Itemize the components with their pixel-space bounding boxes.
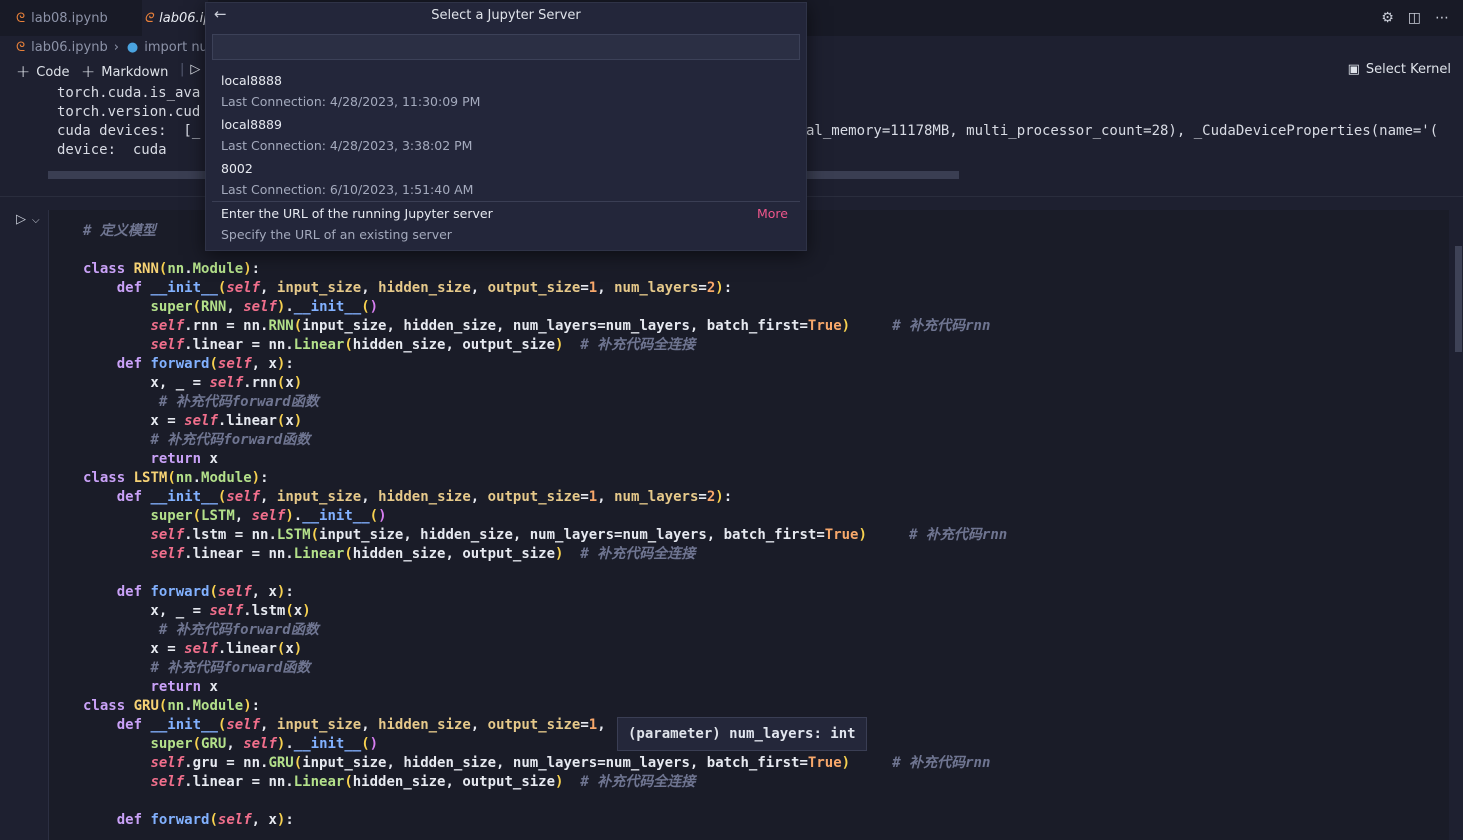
notebook-icon: ᘓ (16, 10, 26, 26)
add-code-button[interactable]: + Code (16, 62, 70, 82)
server-item[interactable]: 8002 Last Connection: 6/10/2023, 1:51:40… (221, 161, 791, 197)
output-line: torch.cuda.is_ava (57, 85, 201, 101)
run-cell-icon[interactable]: ▷ (16, 212, 26, 227)
server-last-connection: Last Connection: 6/10/2023, 1:51:40 AM (221, 182, 474, 197)
select-kernel-button[interactable]: ▣ Select Kernel (1348, 62, 1451, 77)
server-last-connection: Last Connection: 4/28/2023, 11:30:09 PM (221, 94, 481, 109)
parameter-hover-tooltip: (parameter) num_layers: int (617, 717, 867, 751)
code-editor[interactable]: # 定义模型 class RNN(nn.Module): def __init_… (83, 222, 1007, 830)
split-editor-icon[interactable]: ◫ (1408, 10, 1421, 26)
gear-icon[interactable]: ⚙ (1381, 10, 1394, 26)
add-markdown-button[interactable]: + Markdown (81, 62, 168, 82)
editor-actions: ⚙ ◫ ⋯ (1381, 10, 1449, 26)
tab-lab06[interactable]: ᘓ lab06.ip (142, 0, 212, 36)
server-name: local8889 (221, 117, 282, 132)
quick-pick-title: Select a Jupyter Server (431, 7, 581, 23)
editor-scrollbar[interactable] (1455, 246, 1462, 352)
quick-pick-input[interactable] (212, 34, 800, 60)
output-line-fragment: al_memory=11178MB, multi_processor_count… (806, 123, 1439, 139)
plus-icon: + (16, 62, 31, 82)
separator: | (180, 62, 185, 77)
quick-pick-separator (212, 201, 800, 202)
run-all-button[interactable]: | ▷ (180, 62, 200, 77)
chevron-right-icon: › (113, 39, 119, 55)
tab-lab08[interactable]: ᘓ lab08.ipynb (16, 0, 136, 36)
enter-url-description: Specify the URL of an existing server (221, 227, 452, 242)
cell-run-controls: ▷ ⌵ (16, 212, 40, 227)
jupyter-server-quick-pick: ← Select a Jupyter Server local8888 Last… (205, 2, 807, 251)
output-line: device: cuda (57, 142, 167, 158)
output-line: cuda devices: [_ (57, 123, 201, 139)
server-name: local8888 (221, 73, 282, 88)
server-item[interactable]: local8888 Last Connection: 4/28/2023, 11… (221, 73, 791, 109)
chevron-down-icon[interactable]: ⌵ (32, 215, 40, 227)
breadcrumb-file[interactable]: lab06.ipynb (31, 40, 108, 55)
output-line: torch.version.cud (57, 104, 201, 120)
server-item[interactable]: local8889 Last Connection: 4/28/2023, 3:… (221, 117, 791, 153)
server-last-connection: Last Connection: 4/28/2023, 3:38:02 PM (221, 138, 473, 153)
more-link[interactable]: More (757, 206, 788, 221)
run-all-icon: ▷ (190, 62, 201, 77)
more-actions-icon[interactable]: ⋯ (1435, 10, 1449, 26)
tab-label: lab08.ipynb (31, 10, 108, 26)
server-name: 8002 (221, 161, 253, 176)
breadcrumb-cell[interactable]: import nu (144, 40, 208, 55)
kernel-icon: ▣ (1347, 62, 1360, 77)
enter-url-label: Enter the URL of the running Jupyter ser… (221, 206, 493, 221)
cell-output: torch.cuda.is_ava torch.version.cud cuda d… (57, 84, 200, 160)
notebook-icon: ᘓ (16, 39, 26, 55)
plus-icon: + (81, 62, 96, 82)
notebook-icon: ᘓ (144, 10, 154, 26)
enter-url-item[interactable]: Enter the URL of the running Jupyter ser… (221, 206, 791, 242)
breadcrumb: ᘓ lab06.ipynb › ● import nu (16, 38, 208, 56)
tab-label: lab06.ip (159, 10, 212, 26)
python-icon: ● (126, 39, 139, 55)
